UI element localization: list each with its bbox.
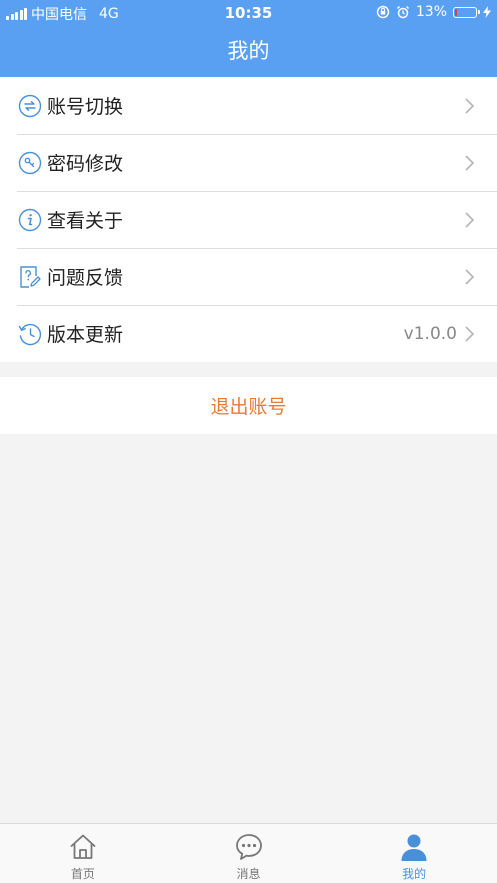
chevron-right-icon: [463, 267, 477, 287]
menu-item-label: 问题反馈: [47, 267, 124, 289]
menu-item-change-password[interactable]: 密码修改: [0, 134, 497, 191]
message-icon: [235, 834, 262, 860]
feedback-icon: [18, 265, 42, 289]
tab-bar: 首页 消息 我的: [0, 823, 497, 883]
page-title: 我的: [227, 39, 270, 63]
tab-messages[interactable]: 消息: [166, 824, 332, 883]
menu-item-switch-account[interactable]: 账号切换: [0, 77, 497, 134]
alarm-icon: [396, 5, 409, 19]
history-icon: [18, 322, 42, 346]
tab-mine[interactable]: 我的: [331, 824, 497, 883]
menu-item-about[interactable]: 查看关于: [0, 191, 497, 248]
menu-item-label: 版本更新: [47, 324, 124, 346]
home-icon: [70, 834, 96, 859]
menu-item-label: 查看关于: [47, 210, 124, 232]
app-header: 中国电信 4G 10:35 13% 我的: [0, 0, 497, 77]
chevron-right-icon: [463, 210, 477, 230]
menu-item-label: 账号切换: [47, 96, 124, 118]
chevron-right-icon: [463, 96, 477, 116]
tab-label: 消息: [236, 867, 261, 881]
menu-item-version-update[interactable]: 版本更新 v1.0.0: [0, 305, 497, 362]
switch-icon: [18, 94, 42, 118]
info-icon: [18, 208, 42, 232]
status-bar: 中国电信 4G 10:35 13%: [0, 0, 497, 26]
tab-label: 首页: [70, 867, 95, 881]
settings-menu: 账号切换 密码修改 查看关于 问题反馈 版本更新 v1.0.0: [0, 77, 497, 362]
charging-icon: [483, 6, 491, 18]
logout-button[interactable]: 退出账号: [0, 377, 497, 434]
chevron-right-icon: [463, 153, 477, 173]
rotation-lock-icon: [376, 5, 390, 19]
battery-icon: [453, 6, 480, 18]
menu-item-feedback[interactable]: 问题反馈: [0, 248, 497, 305]
chevron-right-icon: [463, 324, 477, 344]
key-icon: [18, 151, 42, 175]
version-number: v1.0.0: [403, 323, 457, 344]
tab-label: 我的: [402, 867, 427, 881]
tab-home[interactable]: 首页: [0, 824, 166, 883]
user-icon: [401, 834, 427, 861]
menu-item-label: 密码修改: [47, 153, 124, 175]
battery-percent: 13%: [415, 4, 447, 20]
